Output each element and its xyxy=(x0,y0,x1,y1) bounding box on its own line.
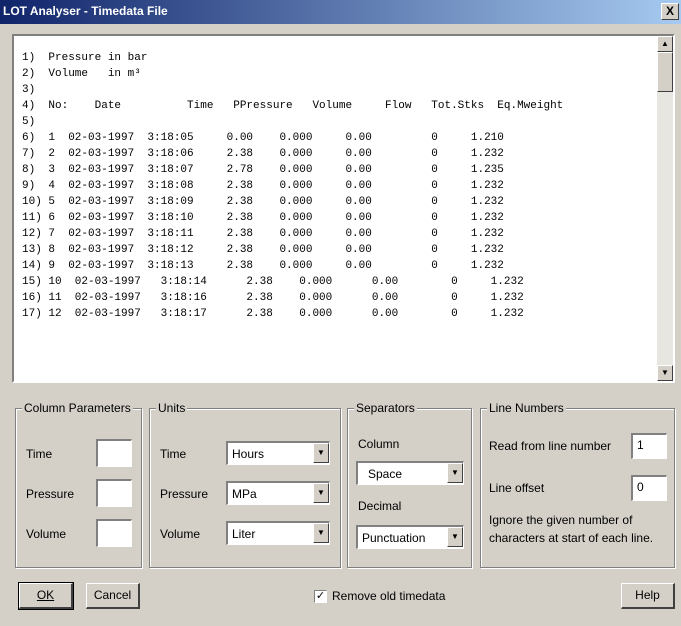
separators-group: Separators Column Space ▼ Decimal Punctu… xyxy=(347,401,472,568)
units-pressure-select[interactable]: MPa ▼ xyxy=(226,481,330,505)
help-button[interactable]: Help xyxy=(621,583,675,609)
column-time-input[interactable] xyxy=(96,439,132,467)
ok-button-label: OK xyxy=(36,588,55,602)
units-pressure-dropdown-button[interactable]: ▼ xyxy=(313,483,329,503)
separator-decimal-value: Punctuation xyxy=(362,531,426,545)
file-line: 2) Volume in m³ xyxy=(22,68,141,80)
units-pressure-value: MPa xyxy=(232,487,257,501)
column-time-label: Time xyxy=(26,447,53,461)
checkmark-icon: ✓ xyxy=(315,590,326,602)
column-volume-input[interactable] xyxy=(96,519,132,547)
chevron-down-icon: ▼ xyxy=(317,528,325,537)
separators-title: Separators xyxy=(354,401,417,415)
file-preview-lines: 1) Pressure in bar 2) Volume in m³ 3) 4)… xyxy=(22,50,563,322)
scroll-up-button[interactable]: ▲ xyxy=(657,36,673,52)
vertical-scrollbar[interactable]: ▲ ▼ xyxy=(657,36,673,381)
chevron-down-icon: ▼ xyxy=(317,488,325,497)
separator-column-select[interactable]: Space ▼ xyxy=(356,461,464,485)
line-offset-label: Line offset xyxy=(489,481,545,495)
line-offset-help-line-2: characters at start of each line. xyxy=(489,531,654,545)
file-line: 15) 10 02-03-1997 3:18:14 2.38 0.000 0.0… xyxy=(22,276,524,288)
file-line: 16) 11 02-03-1997 3:18:16 2.38 0.000 0.0… xyxy=(22,292,524,304)
file-line: 7) 2 02-03-1997 3:18:06 2.38 0.000 0.00 … xyxy=(22,148,504,160)
scroll-thumb[interactable] xyxy=(657,52,673,92)
units-time-select[interactable]: Hours ▼ xyxy=(226,441,330,465)
units-group: Units Time Hours ▼ Pressure MPa ▼ Volume… xyxy=(149,401,341,568)
file-preview-textarea[interactable]: 1) Pressure in bar 2) Volume in m³ 3) 4)… xyxy=(12,34,675,383)
units-time-label: Time xyxy=(160,447,187,461)
units-pressure-label: Pressure xyxy=(160,487,209,501)
file-line: 3) xyxy=(22,84,36,96)
file-line: 1) Pressure in bar xyxy=(22,52,148,64)
line-numbers-title: Line Numbers xyxy=(487,401,566,415)
file-line: 17) 12 02-03-1997 3:18:17 2.38 0.000 0.0… xyxy=(22,308,524,320)
chevron-down-icon: ▼ xyxy=(451,532,459,541)
remove-old-timedata-checkbox[interactable]: ✓ xyxy=(314,590,327,603)
arrow-down-icon: ▼ xyxy=(661,368,669,377)
file-line: 11) 6 02-03-1997 3:18:10 2.38 0.000 0.00… xyxy=(22,212,504,224)
line-offset-help-line-1: Ignore the given number of xyxy=(489,513,633,527)
cancel-button[interactable]: Cancel xyxy=(86,583,140,609)
separator-decimal-dropdown-button[interactable]: ▼ xyxy=(447,527,463,547)
line-numbers-group: Line Numbers Read from line number 1 Lin… xyxy=(480,401,675,568)
separator-decimal-select[interactable]: Punctuation ▼ xyxy=(356,525,464,549)
column-parameters-group: Column Parameters Time Pressure Volume xyxy=(15,401,142,568)
close-icon: X xyxy=(665,4,674,18)
separator-column-label: Column xyxy=(358,437,400,451)
units-volume-value: Liter xyxy=(232,527,256,541)
units-volume-dropdown-button[interactable]: ▼ xyxy=(313,523,329,543)
units-time-value: Hours xyxy=(232,447,265,461)
cancel-button-label: Cancel xyxy=(93,588,132,602)
file-line: 6) 1 02-03-1997 3:18:05 0.00 0.000 0.00 … xyxy=(22,132,504,144)
file-line: 5) xyxy=(22,116,36,128)
title-bar: LOT Analyser - Timedata File X xyxy=(0,0,681,24)
file-line: 8) 3 02-03-1997 3:18:07 2.78 0.000 0.00 … xyxy=(22,164,504,176)
units-title: Units xyxy=(156,401,188,415)
remove-old-timedata-label: Remove old timedata xyxy=(332,589,446,603)
chevron-down-icon: ▼ xyxy=(317,448,325,457)
separator-column-value: Space xyxy=(368,467,403,481)
scroll-down-button[interactable]: ▼ xyxy=(657,365,673,381)
line-offset-input[interactable]: 0 xyxy=(631,475,667,501)
chevron-down-icon: ▼ xyxy=(451,468,459,477)
read-from-line-input[interactable]: 1 xyxy=(631,433,667,459)
read-from-line-label: Read from line number xyxy=(489,439,612,453)
column-volume-label: Volume xyxy=(26,527,67,541)
help-button-label: Help xyxy=(635,588,660,602)
column-parameters-title: Column Parameters xyxy=(22,401,133,415)
file-line: 13) 8 02-03-1997 3:18:12 2.38 0.000 0.00… xyxy=(22,244,504,256)
units-volume-label: Volume xyxy=(160,527,201,541)
close-button[interactable]: X xyxy=(661,3,679,20)
units-time-dropdown-button[interactable]: ▼ xyxy=(313,443,329,463)
file-line: 14) 9 02-03-1997 3:18:13 2.38 0.000 0.00… xyxy=(22,260,504,272)
column-pressure-input[interactable] xyxy=(96,479,132,507)
arrow-up-icon: ▲ xyxy=(661,39,669,48)
separator-decimal-label: Decimal xyxy=(358,499,402,513)
units-volume-select[interactable]: Liter ▼ xyxy=(226,521,330,545)
ok-button[interactable]: OK xyxy=(18,582,74,610)
file-line: 12) 7 02-03-1997 3:18:11 2.38 0.000 0.00… xyxy=(22,228,504,240)
file-line: 10) 5 02-03-1997 3:18:09 2.38 0.000 0.00… xyxy=(22,196,504,208)
file-line: 9) 4 02-03-1997 3:18:08 2.38 0.000 0.00 … xyxy=(22,180,504,192)
separator-column-dropdown-button[interactable]: ▼ xyxy=(447,463,463,483)
file-line: 4) No: Date Time PPressure Volume Flow T… xyxy=(22,100,564,112)
column-pressure-label: Pressure xyxy=(26,487,75,501)
window-title: LOT Analyser - Timedata File xyxy=(3,4,168,18)
